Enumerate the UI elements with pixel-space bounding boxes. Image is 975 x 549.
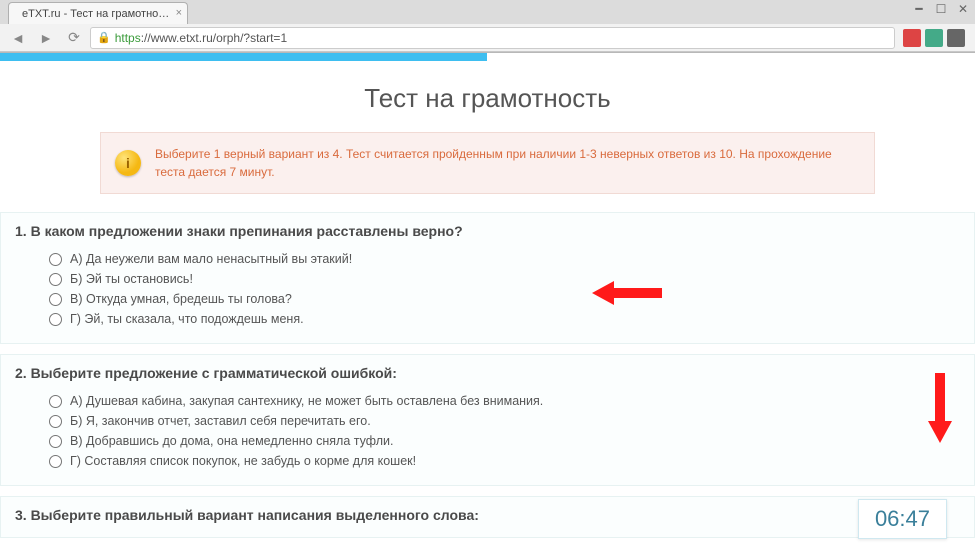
answer-list: А) Да неужели вам мало ненасытный вы эта… (15, 249, 960, 329)
radio-input[interactable] (49, 253, 62, 266)
window-minimize-icon[interactable]: ━ (911, 2, 927, 16)
answer-option[interactable]: Б) Эй ты остановись! (49, 269, 960, 289)
alert-text: Выберите 1 верный вариант из 4. Тест счи… (155, 147, 832, 179)
answer-option[interactable]: Г) Составляя список покупок, не забудь о… (49, 451, 960, 471)
forward-button[interactable]: ► (34, 27, 58, 49)
answer-text: В) Добравшись до дома, она немедленно сн… (70, 434, 394, 448)
radio-input[interactable] (49, 435, 62, 448)
tab-title: eTXT.ru - Тест на грамотно… (22, 8, 169, 20)
question-block: 3. Выберите правильный вариант написания… (0, 496, 975, 538)
extension-icon[interactable] (925, 29, 943, 47)
extension-icon[interactable] (903, 29, 921, 47)
answer-option[interactable]: Б) Я, закончив отчет, заставил себя пере… (49, 411, 960, 431)
answer-text: Б) Я, закончив отчет, заставил себя пере… (70, 414, 371, 428)
answer-option[interactable]: В) Откуда умная, бредешь ты голова? (49, 289, 960, 309)
question-title: 2. Выберите предложение с грамматической… (15, 365, 960, 381)
answer-text: Г) Составляя список покупок, не забудь о… (70, 454, 416, 468)
radio-input[interactable] (49, 415, 62, 428)
radio-input[interactable] (49, 273, 62, 286)
question-title: 1. В каком предложении знаки препинания … (15, 223, 960, 239)
answer-text: В) Откуда умная, бредешь ты голова? (70, 292, 292, 306)
browser-tab[interactable]: eTXT.ru - Тест на грамотно… × (8, 2, 188, 24)
answer-option[interactable]: В) Добравшись до дома, она немедленно сн… (49, 431, 960, 451)
radio-input[interactable] (49, 313, 62, 326)
question-title: 3. Выберите правильный вариант написания… (15, 507, 960, 523)
tab-close-icon[interactable]: × (176, 7, 182, 19)
answer-text: А) Да неужели вам мало ненасытный вы эта… (70, 252, 352, 266)
radio-input[interactable] (49, 293, 62, 306)
browser-chrome: ━ ☐ ✕ eTXT.ru - Тест на грамотно… × ◄ ► … (0, 0, 975, 53)
answer-text: А) Душевая кабина, закупая сантехнику, н… (70, 394, 543, 408)
radio-input[interactable] (49, 455, 62, 468)
url-protocol: https (115, 31, 141, 45)
window-controls: ━ ☐ ✕ (911, 2, 971, 16)
info-icon: i (115, 150, 141, 176)
answer-list: А) Душевая кабина, закупая сантехнику, н… (15, 391, 960, 471)
timer-value: 06:47 (875, 506, 930, 531)
question-block: 2. Выберите предложение с грамматической… (0, 354, 975, 486)
page-title: Тест на грамотность (0, 83, 975, 114)
answer-option[interactable]: А) Да неужели вам мало ненасытный вы эта… (49, 249, 960, 269)
progress-bar (0, 53, 487, 61)
tab-strip: eTXT.ru - Тест на грамотно… × (0, 0, 975, 24)
url-input[interactable]: 🔒 https://www.etxt.ru/orph/?start=1 (90, 27, 895, 49)
answer-text: Г) Эй, ты сказала, что подождешь меня. (70, 312, 304, 326)
address-bar: ◄ ► ⟳ 🔒 https://www.etxt.ru/orph/?start=… (0, 24, 975, 52)
window-close-icon[interactable]: ✕ (955, 2, 971, 16)
answer-option[interactable]: А) Душевая кабина, закупая сантехнику, н… (49, 391, 960, 411)
window-maximize-icon[interactable]: ☐ (933, 2, 949, 16)
extension-icon[interactable] (947, 29, 965, 47)
answer-text: Б) Эй ты остановись! (70, 272, 193, 286)
url-path: ://www.etxt.ru/orph/?start=1 (141, 31, 287, 45)
radio-input[interactable] (49, 395, 62, 408)
page-content: Тест на грамотность i Выберите 1 верный … (0, 53, 975, 549)
lock-icon: 🔒 (97, 31, 111, 44)
alert-box: i Выберите 1 верный вариант из 4. Тест с… (100, 132, 875, 194)
back-button[interactable]: ◄ (6, 27, 30, 49)
timer: 06:47 (858, 499, 947, 539)
extension-icons (899, 29, 969, 47)
answer-option[interactable]: Г) Эй, ты сказала, что подождешь меня. (49, 309, 960, 329)
question-block: 1. В каком предложении знаки препинания … (0, 212, 975, 344)
reload-button[interactable]: ⟳ (62, 27, 86, 49)
